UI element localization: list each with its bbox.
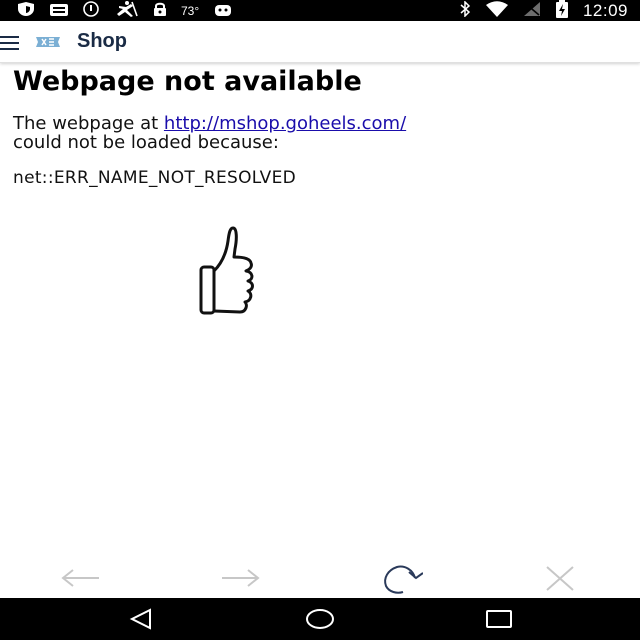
forward-arrow-icon[interactable] <box>218 562 262 596</box>
android-nav-bar <box>0 598 640 640</box>
error-url-link[interactable]: http://mshop.goheels.com/ <box>164 113 406 134</box>
status-left-icons: 73° <box>16 0 246 22</box>
home-circle-icon[interactable] <box>305 608 335 630</box>
stop-icon[interactable] <box>539 562 583 596</box>
status-right-icons: 12:09 <box>445 0 628 22</box>
error-message-prefix: The webpage at <box>13 113 164 134</box>
lock-icon <box>152 1 168 21</box>
error-message-suffix: could not be loaded because: <box>13 132 279 153</box>
error-message: The webpage at http://mshop.goheels.com/… <box>13 114 633 152</box>
temperature-text: 73° <box>181 4 200 18</box>
battery-charging-icon <box>555 0 569 22</box>
app-bar: Shop <box>0 21 640 63</box>
error-page: Webpage not available The webpage at htt… <box>13 64 633 188</box>
error-code: net::ERR_NAME_NOT_RESOLVED <box>13 168 297 188</box>
bluetooth-icon <box>459 0 471 21</box>
app-title: Shop <box>77 30 127 52</box>
error-title: Webpage not available <box>13 66 362 97</box>
shield-icon <box>16 1 36 21</box>
transit-icon <box>113 0 139 22</box>
recents-square-icon[interactable] <box>484 608 514 630</box>
hamburger-menu-icon[interactable] <box>0 35 20 50</box>
thumbs-up-icon <box>198 225 256 317</box>
alert-icon <box>82 1 100 21</box>
browser-controls <box>0 562 640 596</box>
clock-time: 12:09 <box>582 0 628 20</box>
back-arrow-icon[interactable] <box>59 562 103 596</box>
signal-icon <box>523 1 541 21</box>
wifi-icon <box>485 0 509 21</box>
unc-logo-icon <box>34 34 62 50</box>
reload-icon[interactable] <box>379 562 424 596</box>
back-triangle-icon[interactable] <box>128 608 158 630</box>
status-bar: 73° 12:09 <box>0 0 640 21</box>
email-icon <box>49 2 69 21</box>
android-icon <box>213 2 233 21</box>
